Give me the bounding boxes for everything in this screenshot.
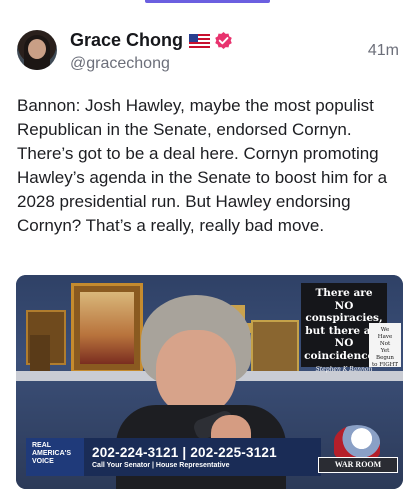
lower-third-banner: REAL AMERICA'S VOICE 202-224-3121 | 202-… bbox=[26, 438, 321, 476]
post-body-text: Bannon: Josh Hawley, maybe the most popu… bbox=[17, 96, 388, 235]
small-sign-line: Have bbox=[377, 334, 393, 340]
avatar-face bbox=[28, 39, 46, 59]
show-logo-text: WAR ROOM bbox=[318, 457, 398, 473]
banner-text: 202-224-3121 | 202-225-3121 Call Your Se… bbox=[84, 445, 277, 469]
quote-sign-line: NO bbox=[334, 299, 354, 312]
banner-subtext: Call Your Senator | House Representative bbox=[92, 462, 230, 469]
small-sign: We Have Not Yet Begun to FIGHT bbox=[369, 323, 401, 368]
network-logo-line: AMERICA'S bbox=[32, 450, 71, 457]
quote-sign-line: There are bbox=[315, 287, 373, 299]
religious-icon-small bbox=[30, 335, 50, 371]
small-sign-line: Yet bbox=[380, 348, 390, 354]
post-image[interactable]: There are NO conspiracies, but there are… bbox=[16, 275, 403, 489]
small-sign-line: to FIGHT bbox=[371, 362, 399, 368]
post-timestamp: 41m bbox=[367, 42, 399, 59]
small-sign-line: Not bbox=[379, 341, 391, 347]
author-avatar[interactable] bbox=[17, 30, 57, 70]
banner-phone-numbers: 202-224-3121 | 202-225-3121 bbox=[92, 445, 277, 460]
small-sign-line: We bbox=[380, 327, 390, 333]
verified-badge-icon bbox=[215, 31, 232, 50]
active-tab-indicator bbox=[145, 0, 270, 3]
us-flag-icon bbox=[189, 33, 211, 48]
network-logo-line: VOICE bbox=[32, 458, 54, 465]
author-name-row: Grace Chong bbox=[70, 30, 233, 51]
small-sign-line: Begun bbox=[376, 355, 394, 361]
eagle-icon bbox=[334, 425, 380, 459]
speaker-face bbox=[156, 330, 236, 415]
author-name[interactable]: Grace Chong bbox=[70, 30, 183, 51]
show-logo: WAR ROOM bbox=[318, 425, 398, 479]
author-handle[interactable]: @gracechong bbox=[70, 55, 170, 73]
network-logo: REAL AMERICA'S VOICE bbox=[26, 438, 84, 476]
network-logo-line: REAL bbox=[32, 442, 52, 449]
